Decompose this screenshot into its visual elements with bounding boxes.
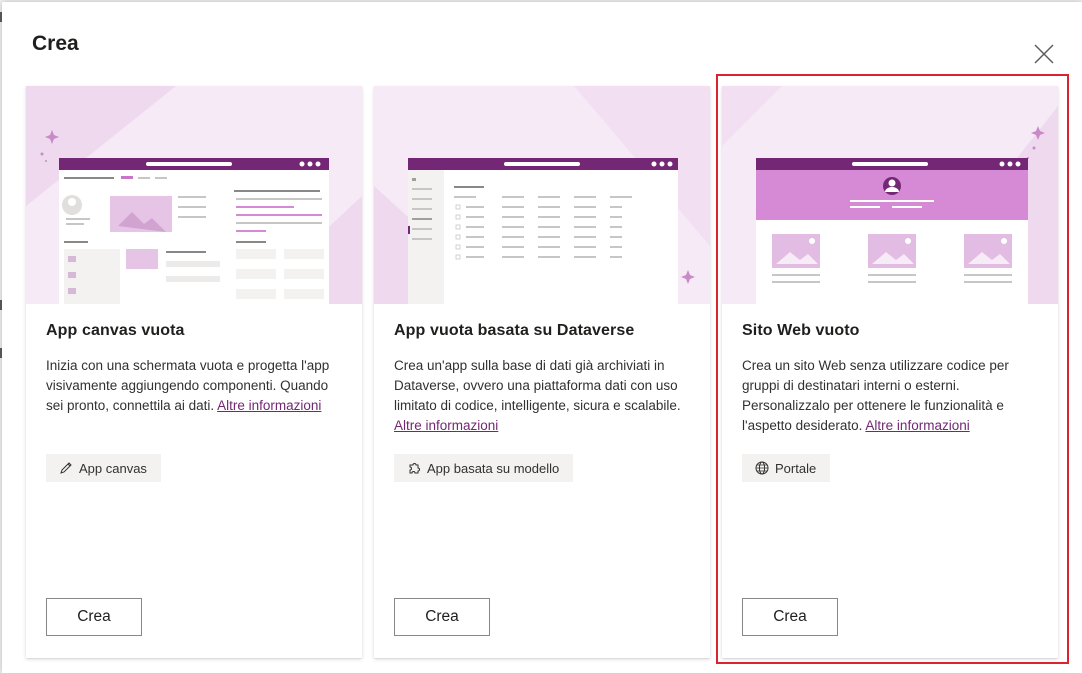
card-description: Crea un'app sulla base di dati già archi… <box>394 356 684 436</box>
pencil-icon <box>60 462 72 474</box>
canvas-app-illustration <box>26 86 362 304</box>
website-illustration <box>722 86 1058 304</box>
tag-label: App basata su modello <box>427 460 560 476</box>
card-website[interactable]: Sito Web vuoto Crea un sito Web senza ut… <box>722 86 1058 658</box>
card-dataverse-app[interactable]: App vuota basata su Dataverse Crea un'ap… <box>374 86 710 658</box>
card-description: Crea un sito Web senza utilizzare codice… <box>742 356 1032 436</box>
create-dialog: Crea App canvas vuota Inizia con una sch… <box>2 2 1082 673</box>
model-driven-app-tag: App basata su modello <box>394 454 574 482</box>
card-description: Inizia con una schermata vuota e progett… <box>46 356 336 416</box>
background-edge <box>0 348 2 358</box>
learn-more-link[interactable]: Altre informazioni <box>865 418 969 433</box>
dataverse-app-illustration <box>374 86 710 304</box>
close-button[interactable] <box>1030 40 1058 68</box>
create-canvas-app-button[interactable]: Crea <box>46 598 142 636</box>
tag-label: App canvas <box>79 460 147 476</box>
card-canvas-app[interactable]: App canvas vuota Inizia con una schermat… <box>26 86 362 658</box>
card-title: Sito Web vuoto <box>742 322 860 339</box>
portal-tag: Portale <box>742 454 831 482</box>
background-edge <box>0 300 2 310</box>
learn-more-link[interactable]: Altre informazioni <box>394 418 498 433</box>
card-title: App vuota basata su Dataverse <box>394 322 635 339</box>
puzzle-icon <box>409 463 420 474</box>
close-icon <box>1034 44 1054 64</box>
create-website-button[interactable]: Crea <box>742 598 838 636</box>
background-edge <box>0 12 2 22</box>
learn-more-link[interactable]: Altre informazioni <box>217 398 321 413</box>
globe-icon <box>755 461 769 475</box>
tag-label: Portale <box>775 460 817 476</box>
dialog-title: Crea <box>32 32 79 55</box>
card-title: App canvas vuota <box>46 322 185 339</box>
canvas-app-tag: App canvas <box>46 454 161 482</box>
create-dataverse-app-button[interactable]: Crea <box>394 598 490 636</box>
description-text: Crea un'app sulla base di dati già archi… <box>394 358 681 413</box>
